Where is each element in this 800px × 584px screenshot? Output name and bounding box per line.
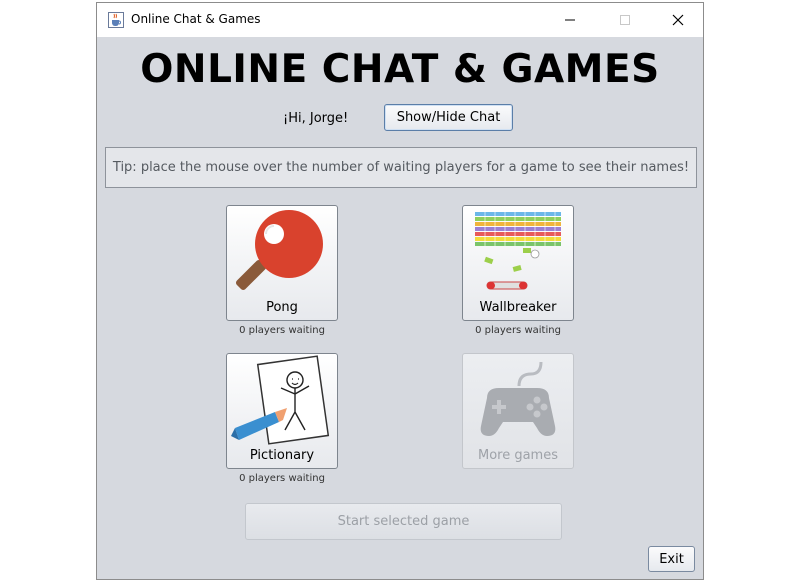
exit-button[interactable]: Exit bbox=[648, 546, 695, 572]
maximize-button[interactable] bbox=[602, 3, 648, 37]
waiting-players-pictionary[interactable]: 0 players waiting bbox=[226, 473, 338, 484]
page-title: ONLINE CHAT & GAMES bbox=[140, 47, 660, 92]
maximize-icon bbox=[619, 11, 631, 30]
show-hide-chat-button[interactable]: Show/Hide Chat bbox=[384, 104, 513, 131]
tip-banner: Tip: place the mouse over the number of … bbox=[105, 147, 697, 188]
waiting-players-pong[interactable]: 0 players waiting bbox=[226, 325, 338, 336]
game-label: Pictionary bbox=[249, 448, 315, 463]
waiting-players-wallbreaker[interactable]: 0 players waiting bbox=[462, 325, 574, 336]
game-label: Wallbreaker bbox=[479, 300, 557, 315]
minimize-button[interactable] bbox=[547, 3, 593, 37]
gamepad-icon bbox=[463, 354, 573, 446]
main-window: Online Chat & Games ONLINE CHAT & GAMES … bbox=[96, 2, 704, 580]
greeting-label: ¡Hi, Jorge! bbox=[283, 111, 349, 126]
start-selected-game-button[interactable]: Start selected game bbox=[245, 503, 562, 540]
drawing-sketch-icon bbox=[227, 354, 337, 446]
close-button[interactable] bbox=[655, 3, 701, 37]
game-button-pictionary[interactable]: Pictionary bbox=[226, 353, 338, 469]
java-cup-icon bbox=[108, 12, 124, 28]
game-label: Pong bbox=[266, 300, 298, 315]
game-button-more-games[interactable]: More games bbox=[462, 353, 574, 469]
minimize-icon bbox=[564, 11, 576, 30]
game-button-wallbreaker[interactable]: Wallbreaker bbox=[462, 205, 574, 321]
window-title: Online Chat & Games bbox=[131, 12, 261, 26]
game-label: More games bbox=[477, 448, 558, 463]
close-icon bbox=[672, 11, 684, 30]
game-button-pong[interactable]: Pong bbox=[226, 205, 338, 321]
title-bar[interactable]: Online Chat & Games bbox=[97, 3, 703, 37]
brick-breaker-icon bbox=[463, 206, 573, 298]
ping-pong-paddle-icon bbox=[227, 206, 337, 298]
